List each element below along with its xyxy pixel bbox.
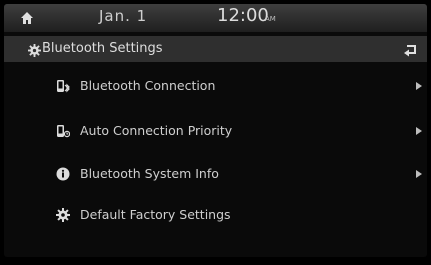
title-bar: Bluetooth Settings — [4, 36, 427, 62]
ampm-label: AM — [265, 15, 276, 23]
phone-bluetooth-icon — [56, 78, 70, 93]
menu-item-label: Auto Connection Priority — [80, 123, 233, 138]
date-label: Jan. 1 — [99, 7, 148, 25]
chevron-right-icon — [416, 127, 422, 135]
menu-item-bluetooth-system-info[interactable]: Bluetooth System Info — [4, 156, 427, 194]
screen: Jan. 1 12:00 AM Bluetooth Settings Bluet… — [4, 4, 427, 257]
menu-item-auto-connection-priority[interactable]: Auto Connection Priority — [4, 113, 427, 151]
home-icon[interactable] — [20, 10, 34, 24]
auto-connect-icon — [56, 123, 71, 138]
info-icon — [56, 166, 70, 181]
time-label: 12:00 — [217, 5, 269, 26]
menu-item-label: Default Factory Settings — [80, 207, 231, 222]
chevron-right-icon — [416, 82, 422, 90]
status-bar: Jan. 1 12:00 AM — [4, 4, 427, 32]
menu-item-bluetooth-connection[interactable]: Bluetooth Connection — [4, 68, 427, 106]
menu-item-label: Bluetooth Connection — [80, 78, 216, 93]
chevron-right-icon — [416, 170, 422, 178]
menu-item-default-factory-settings[interactable]: Default Factory Settings — [4, 197, 427, 235]
back-icon[interactable] — [403, 42, 419, 57]
gear-icon — [28, 42, 41, 57]
gear-icon — [56, 207, 70, 222]
page-title: Bluetooth Settings — [42, 41, 163, 56]
menu-item-label: Bluetooth System Info — [80, 166, 219, 181]
